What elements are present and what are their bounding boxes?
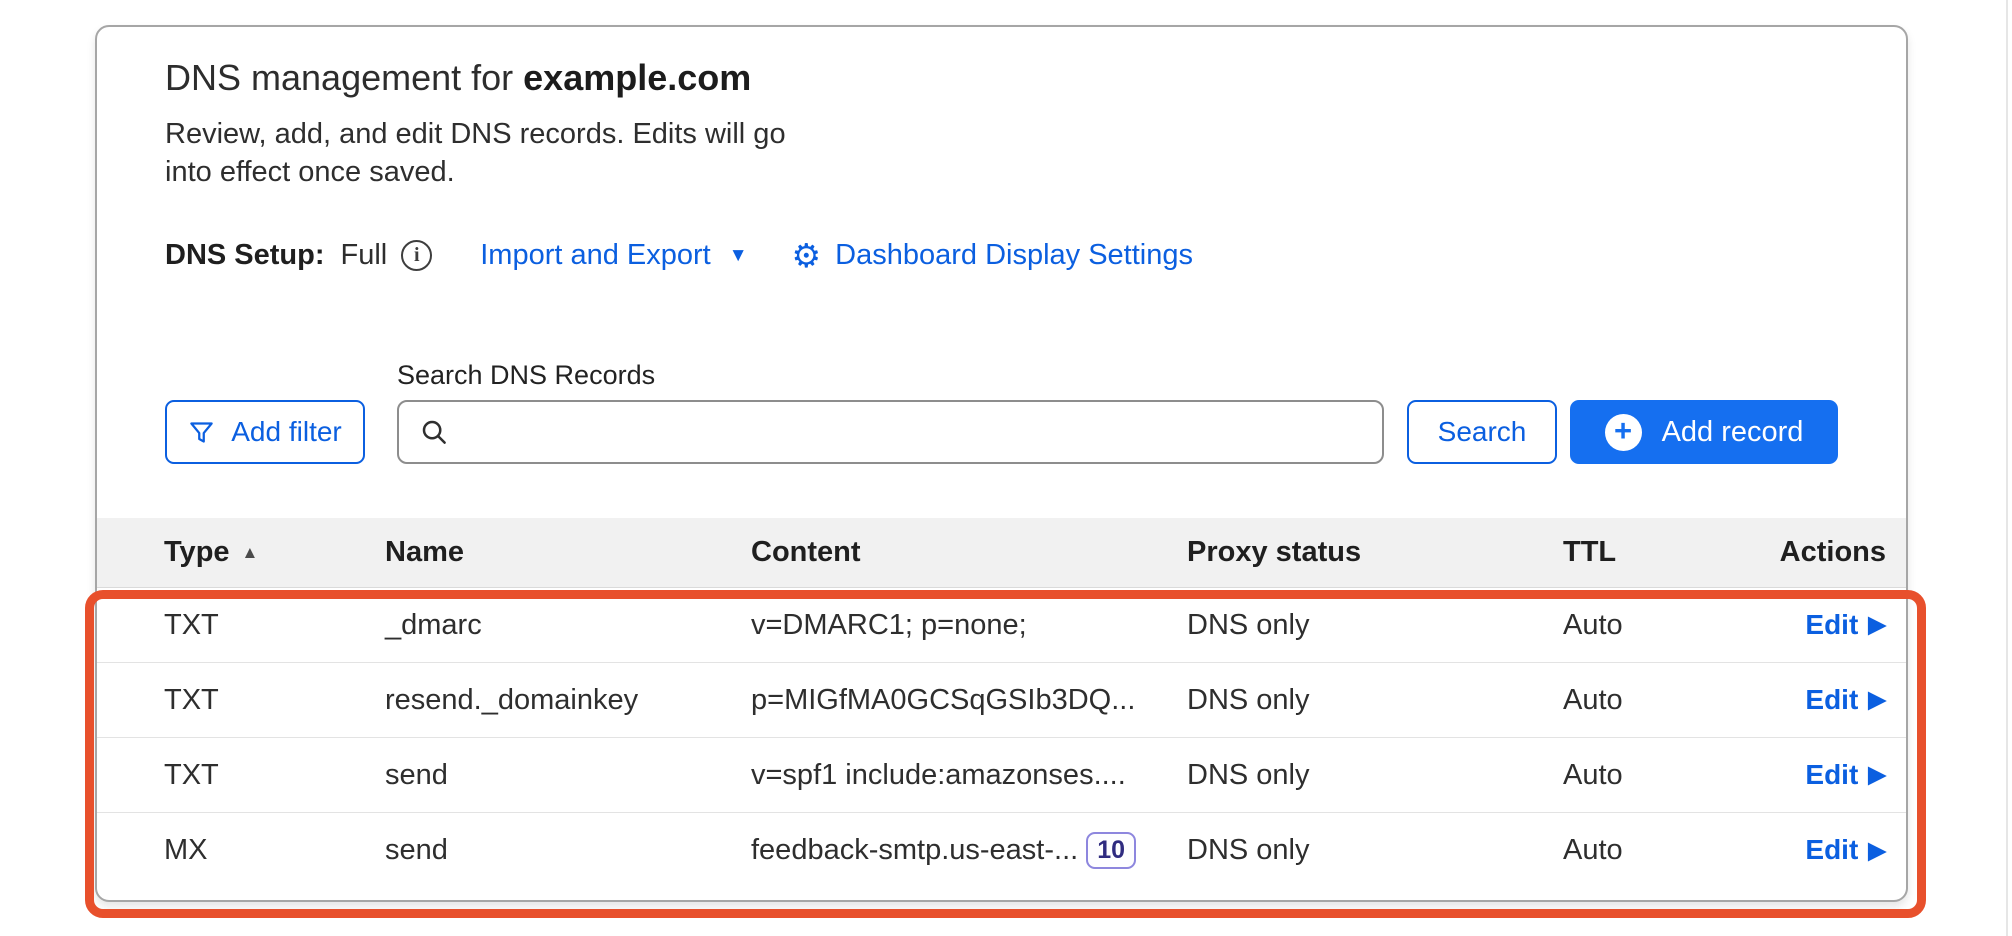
gear-icon: ⚙: [792, 239, 822, 272]
record-name: _dmarc: [385, 609, 751, 642]
dns-records-table: Type ▲ Name Content Proxy status TTL Act…: [97, 518, 1906, 888]
record-actions: Edit ▶: [1805, 834, 1906, 867]
page-description: Review, add, and edit DNS records. Edits…: [165, 115, 810, 191]
record-ttl: Auto: [1563, 609, 1757, 642]
chevron-right-icon: ▶: [1868, 688, 1886, 711]
filter-icon: [188, 419, 215, 446]
edit-record-link[interactable]: Edit ▶: [1805, 609, 1886, 641]
plus-icon: +: [1605, 414, 1642, 451]
domain-name: example.com: [523, 57, 751, 98]
record-proxy-status: DNS only: [1187, 609, 1563, 642]
search-dns-records-label: Search DNS Records: [397, 360, 1906, 391]
add-record-button[interactable]: + Add record: [1570, 400, 1838, 464]
record-proxy-status: DNS only: [1187, 834, 1563, 867]
record-proxy-status: DNS only: [1187, 684, 1563, 717]
table-row: TXT send v=spf1 include:amazonses.... DN…: [97, 738, 1906, 813]
record-name: send: [385, 759, 751, 792]
import-export-label: Import and Export: [480, 239, 711, 272]
record-content: p=MIGfMA0GCSqGSIb3DQ...: [751, 684, 1187, 717]
record-actions: Edit ▶: [1805, 759, 1906, 792]
add-record-label: Add record: [1662, 416, 1804, 449]
column-header-content: Content: [751, 536, 1187, 569]
record-actions: Edit ▶: [1805, 609, 1906, 642]
page-title: DNS management for example.com: [165, 55, 1906, 101]
record-type: TXT: [164, 684, 385, 717]
add-filter-label: Add filter: [231, 416, 342, 448]
edit-record-link[interactable]: Edit ▶: [1805, 684, 1886, 716]
record-content-text: feedback-smtp.us-east-...: [751, 834, 1078, 867]
record-ttl: Auto: [1563, 759, 1757, 792]
record-ttl: Auto: [1563, 684, 1757, 717]
search-input[interactable]: [463, 415, 1362, 449]
edit-label: Edit: [1805, 609, 1858, 641]
column-header-type[interactable]: Type ▲: [164, 536, 385, 569]
dashboard-display-settings-link[interactable]: ⚙ Dashboard Display Settings: [792, 239, 1193, 272]
sort-ascending-icon: ▲: [242, 543, 259, 563]
record-type: MX: [164, 834, 385, 867]
table-row: MX send feedback-smtp.us-east-... 10 DNS…: [97, 813, 1906, 888]
dns-management-card: DNS management for example.com Review, a…: [95, 25, 1908, 902]
table-row: TXT _dmarc v=DMARC1; p=none; DNS only Au…: [97, 588, 1906, 663]
info-icon[interactable]: i: [401, 240, 432, 271]
column-header-proxy-status: Proxy status: [1187, 536, 1563, 569]
dashboard-display-settings-label: Dashboard Display Settings: [835, 239, 1193, 272]
dns-setup-label: DNS Setup:: [165, 239, 325, 272]
page-divider-line: [2006, 0, 2008, 936]
record-content: v=DMARC1; p=none;: [751, 609, 1187, 642]
edit-label: Edit: [1805, 759, 1858, 791]
column-header-ttl: TTL: [1563, 536, 1757, 569]
chevron-down-icon: ▼: [729, 246, 748, 265]
record-type: TXT: [164, 609, 385, 642]
column-header-type-label: Type: [164, 536, 230, 569]
page-title-prefix: DNS management for: [165, 57, 523, 98]
edit-label: Edit: [1805, 834, 1858, 866]
chevron-right-icon: ▶: [1868, 613, 1886, 636]
mx-priority-badge: 10: [1086, 832, 1136, 869]
table-header-row: Type ▲ Name Content Proxy status TTL Act…: [97, 518, 1906, 588]
toolbar: Add filter Search + Add record: [165, 400, 1838, 464]
add-filter-button[interactable]: Add filter: [165, 400, 365, 464]
record-name: resend._domainkey: [385, 684, 751, 717]
edit-label: Edit: [1805, 684, 1858, 716]
edit-record-link[interactable]: Edit ▶: [1805, 834, 1886, 866]
search-button[interactable]: Search: [1407, 400, 1557, 464]
chevron-right-icon: ▶: [1868, 839, 1886, 862]
record-actions: Edit ▶: [1805, 684, 1906, 717]
column-header-name: Name: [385, 536, 751, 569]
record-proxy-status: DNS only: [1187, 759, 1563, 792]
search-icon: [419, 417, 449, 447]
import-export-link[interactable]: Import and Export ▼: [480, 239, 747, 272]
record-content: feedback-smtp.us-east-... 10: [751, 832, 1187, 869]
search-input-wrapper: [397, 400, 1384, 464]
record-name: send: [385, 834, 751, 867]
column-header-actions: Actions: [1780, 536, 1906, 569]
chevron-right-icon: ▶: [1868, 763, 1886, 786]
dns-setup-row: DNS Setup: Full i Import and Export ▼ ⚙ Da…: [165, 239, 1906, 272]
dns-setup-value: Full: [341, 239, 388, 272]
record-type: TXT: [164, 759, 385, 792]
record-content: v=spf1 include:amazonses....: [751, 759, 1187, 792]
edit-record-link[interactable]: Edit ▶: [1805, 759, 1886, 791]
record-ttl: Auto: [1563, 834, 1757, 867]
table-row: TXT resend._domainkey p=MIGfMA0GCSqGSIb3…: [97, 663, 1906, 738]
